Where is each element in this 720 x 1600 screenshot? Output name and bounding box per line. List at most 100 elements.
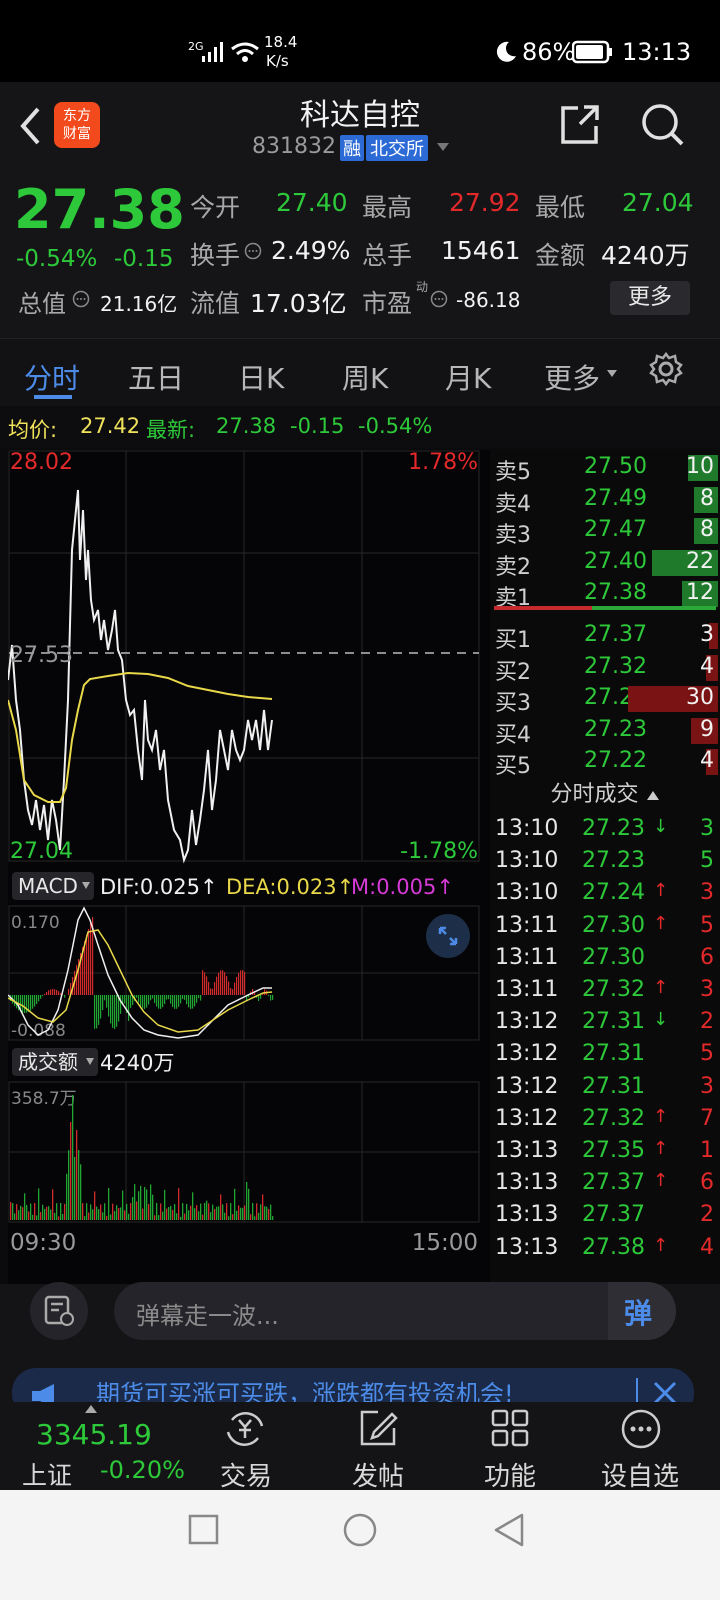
pe-dynamic-mark: 动 [416,280,429,294]
ask-volume: 12 [686,580,714,605]
home-icon[interactable] [342,1512,378,1548]
bid-row[interactable]: 买3 27.24 30 [490,683,720,716]
tab-five-day[interactable]: 五日 [128,357,184,397]
bid-row[interactable]: 买2 27.32 4 [490,652,720,685]
tick-volume: 6 [700,944,714,970]
float-cap-label: 流值 [190,289,241,318]
tick-price: 27.30 [582,944,645,970]
bid-row[interactable]: 买1 27.37 3 [490,620,720,653]
bid-row[interactable]: 买5 27.22 4 [490,746,720,779]
bid-price: 27.22 [584,748,647,773]
tab-intraday[interactable]: 分时 [24,357,80,397]
ticks-title[interactable]: 分时成交 [490,776,720,808]
tick-direction-icon: ↑ [653,880,669,902]
bid-row[interactable]: 买4 27.23 9 [490,715,720,748]
intraday-chart-svg[interactable]: 28.02 1.78% 27.53 27.04 -1.78% MACD DIF:… [8,450,490,1284]
margin-badge: 融 [340,135,364,161]
tick-time: 13:13 [495,1234,559,1260]
system-nav-bar [0,1490,720,1600]
tick-direction-icon: ↑ [653,977,669,998]
tab-daily-k[interactable]: 日K [238,357,284,397]
amount: 4240万 [601,241,690,270]
nav-post[interactable]: 发帖 [318,1456,438,1493]
bid-volume: 3 [700,622,714,647]
index-percent[interactable]: -0.20% [100,1456,185,1484]
battery-percent: 86% [522,38,576,66]
nav-add-watchlist[interactable]: 设自选 [580,1456,700,1493]
tick-price: 27.38 [582,1234,645,1260]
tick-price: 27.35 [582,1138,645,1163]
recent-apps-icon[interactable] [188,1514,220,1546]
stock-code: 831832 [252,134,336,159]
tick-time: 13:10 [495,848,559,874]
last-price: 27.38 [14,178,185,241]
bid-price: 27.32 [584,653,647,679]
trade-icon[interactable] [224,1408,266,1450]
tab-weekly-k[interactable]: 周K [342,357,388,397]
expand-up-icon[interactable] [84,1404,98,1414]
price-info-bar: 均价: 27.42 最新: 27.38 -0.15 -0.54% [0,406,720,448]
dropdown-triangle-icon[interactable] [436,142,450,152]
tick-price: 27.23 [582,848,645,874]
trade-tick-row: 13:10 27.24 ↑ 3 [490,878,720,910]
function-grid-icon[interactable] [490,1408,530,1448]
ask-row[interactable]: 卖2 27.40 22 [490,547,720,580]
trade-tick-row: 13:12 27.31 3 [490,1072,720,1104]
dropdown-triangle-icon[interactable] [606,369,618,379]
tick-direction-icon: ↑ [653,1138,669,1159]
clock: 13:13 [622,38,692,66]
ask-label: 卖2 [495,554,531,580]
danmu-input[interactable]: 弹幕走一波... 弹 [114,1282,676,1340]
more-button[interactable]: 更多 [610,281,690,315]
ask-price: 27.50 [584,454,647,479]
nav-trade[interactable]: 交易 [186,1456,306,1493]
gear-icon[interactable] [648,351,684,387]
order-book-panel: 卖5 27.50 10 卖4 27.49 8 卖3 27.47 8 卖2 27.40 22 卖1 27.3… [490,450,720,1284]
expand-button[interactable] [426,914,470,958]
ask-row[interactable]: 卖4 27.49 8 [490,484,720,517]
nav-function[interactable]: 功能 [450,1456,570,1493]
info-dots-icon[interactable] [72,290,90,308]
info-dots-icon[interactable] [244,242,262,260]
more-circle-icon[interactable] [620,1408,662,1450]
price-axis-mid: 27.53 [10,643,73,668]
market-cap: 21.16亿 [100,292,178,316]
tab-monthly-k[interactable]: 月K [445,357,491,397]
tick-volume: 3 [700,977,714,1002]
ask-label: 卖4 [495,491,531,517]
index-name[interactable]: 上证 [22,1456,72,1492]
trade-tick-row: 13:11 27.32 ↑ 3 [490,975,720,1007]
ask-volume: 8 [700,485,714,511]
bid-volume: 4 [700,748,714,773]
bid-label: 买1 [495,628,531,653]
tick-volume: 1 [700,1138,714,1163]
index-value[interactable]: 3345.19 [36,1418,152,1451]
danmu-send-button[interactable]: 弹 [608,1282,676,1340]
macd-dea-line [8,929,273,1033]
pe-label: 市盈 [362,289,413,318]
market-cap-label: 总值 [18,290,66,318]
search-icon[interactable] [640,102,684,148]
back-icon[interactable] [492,1512,526,1548]
share-icon[interactable] [560,104,600,146]
pct-axis-bottom: -1.78% [400,839,478,864]
bid-label: 买3 [495,691,531,716]
tick-price: 27.23 [582,816,645,841]
ask-row[interactable]: 卖5 27.50 10 [490,452,720,485]
post-icon[interactable] [358,1408,398,1448]
tick-price: 27.31 [582,1041,645,1067]
bid-volume: 30 [686,685,714,710]
change-percent: -0.54% [16,246,98,272]
volume-indicator-label: 成交额 [18,1050,78,1074]
tick-time: 13:12 [495,1073,559,1099]
intraday-chart-panel[interactable]: 28.02 1.78% 27.53 27.04 -1.78% MACD DIF:… [8,450,490,1284]
tick-time: 13:13 [495,1170,559,1196]
ask-price: 27.49 [584,485,647,511]
net-speed-unit: K/s [266,52,289,70]
info-dots-icon[interactable] [430,290,448,308]
notes-button[interactable] [30,1282,88,1340]
tab-more[interactable]: 更多 [544,357,600,397]
ask-row[interactable]: 卖3 27.47 8 [490,515,720,548]
amount-label: 金额 [535,241,586,270]
open-label: 今开 [190,193,241,222]
